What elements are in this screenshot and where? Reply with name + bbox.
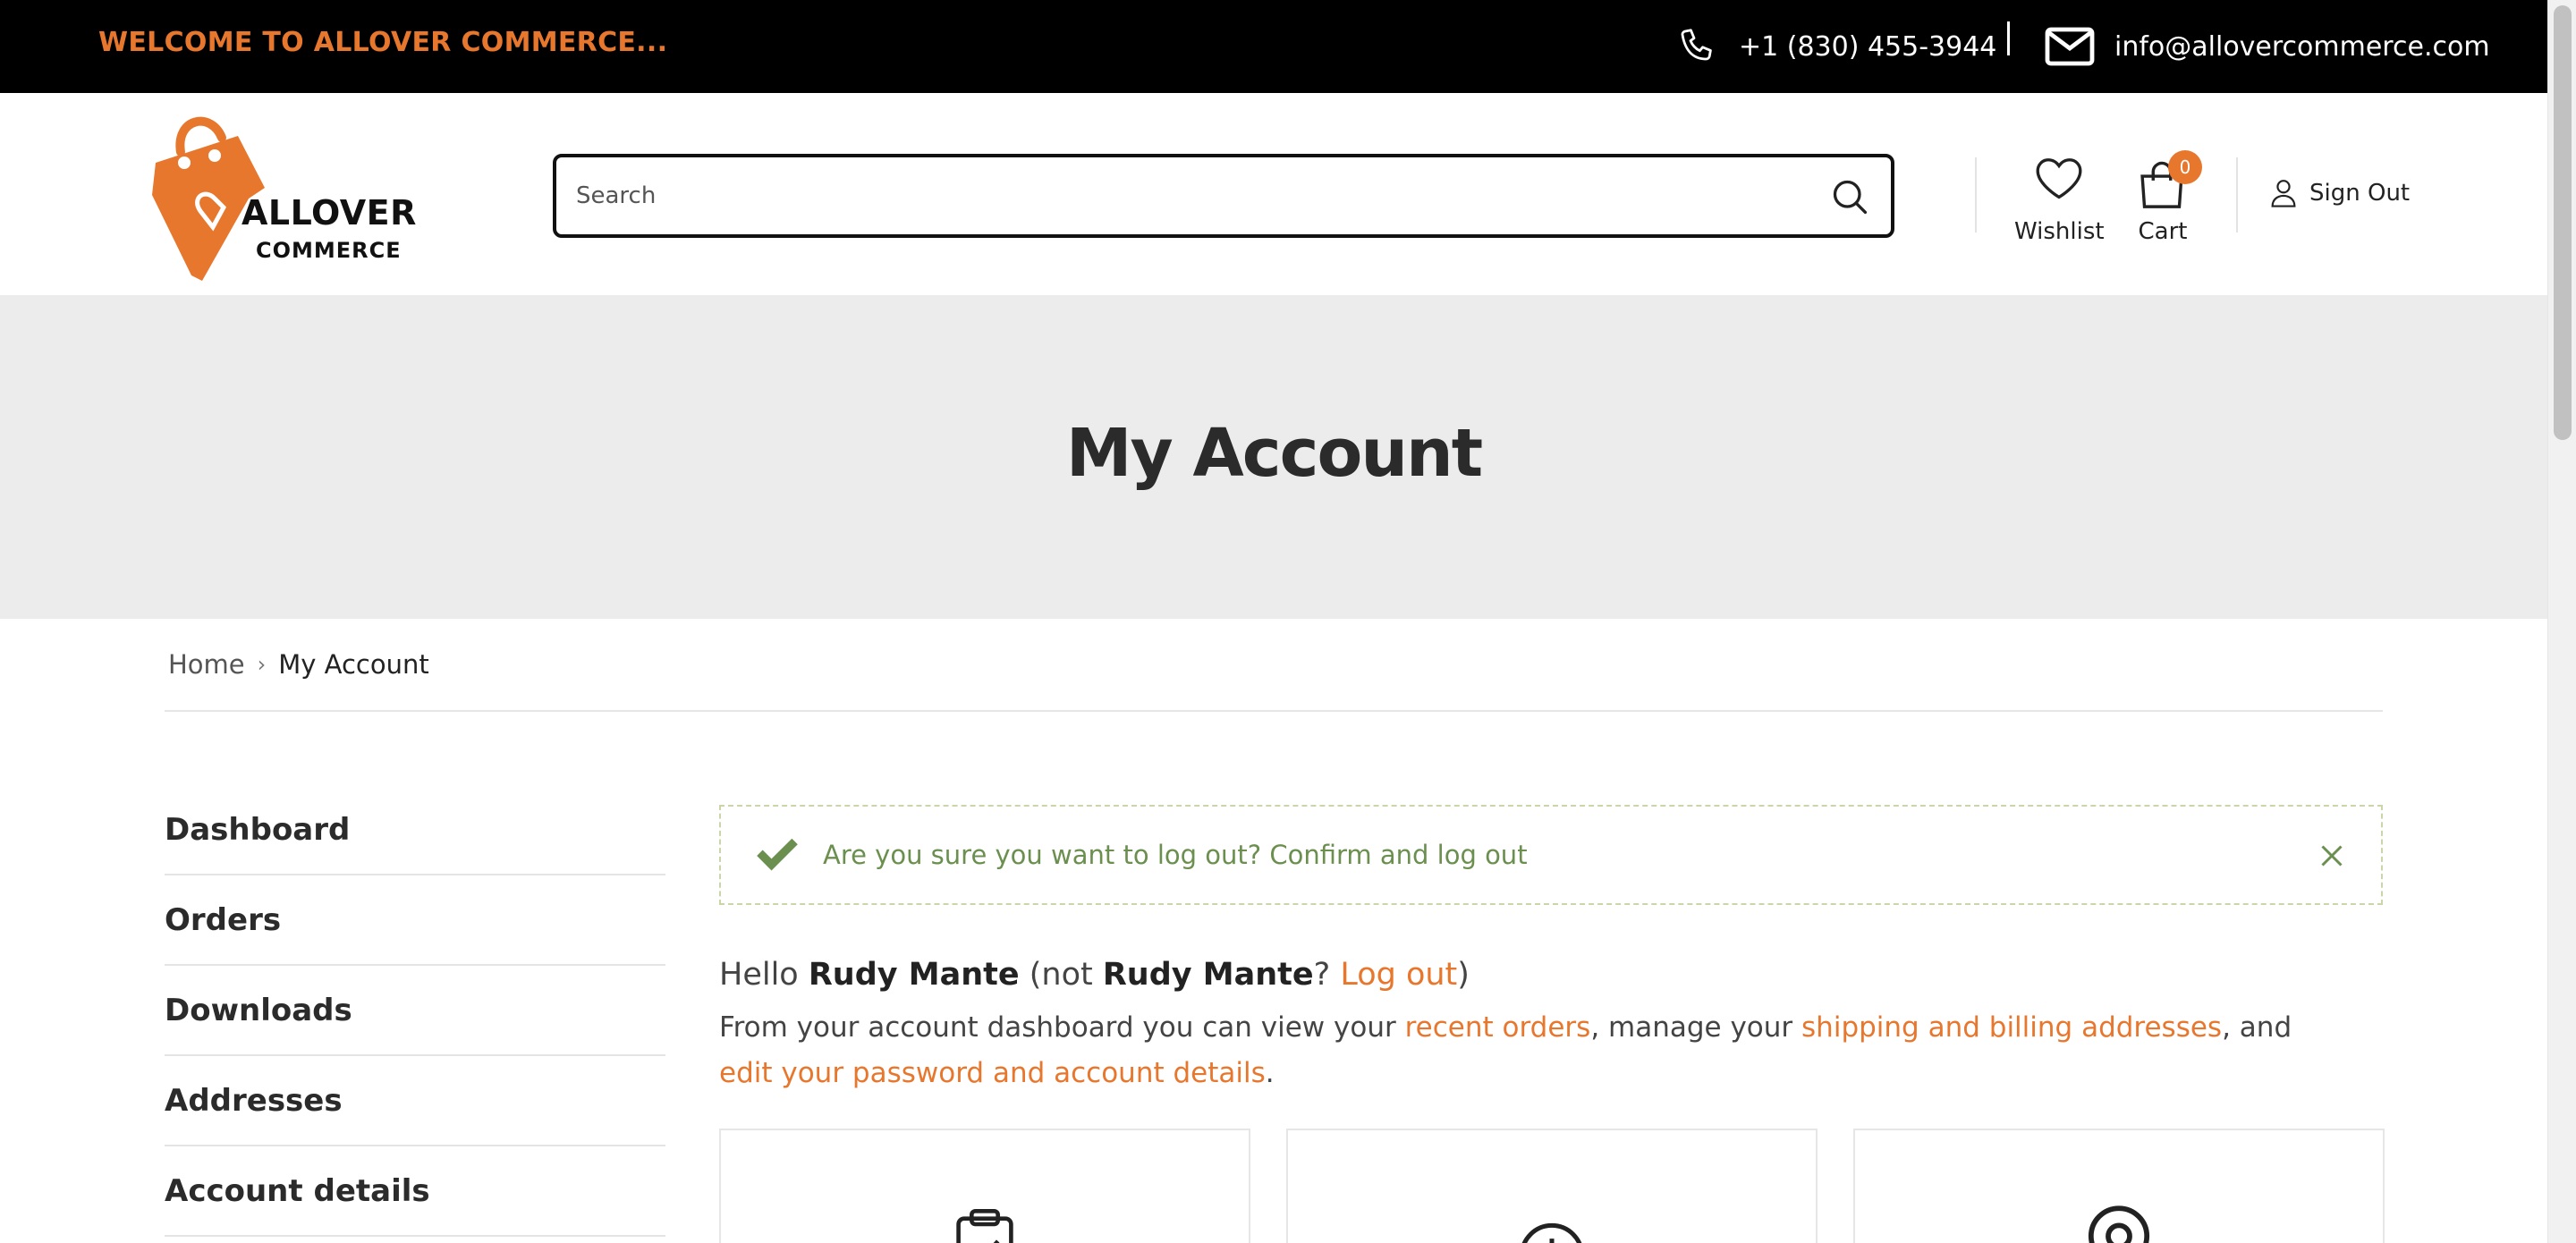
search-icon[interactable] [1830,177,1869,216]
header-divider [2236,157,2238,233]
close-icon[interactable] [2318,842,2345,869]
phone-number: +1 (830) 455-3944 [1739,30,1997,63]
clipboard-check-icon [956,1208,1013,1243]
phone-icon [1681,29,1712,61]
greeting-hello: Hello [719,957,809,993]
chevron-right-icon: › [257,652,267,677]
breadcrumb: Home › My Account [168,649,429,680]
intro-text: . [1265,1057,1275,1089]
notice-text: Are you sure you want to log out? Confir… [823,840,1528,870]
dashboard-card-downloads[interactable] [1286,1129,1818,1243]
sidebar-item-orders[interactable]: Orders [165,875,665,966]
checkmark-icon [757,838,798,871]
sign-out-label: Sign Out [2309,180,2411,207]
intro-text: , manage your [1590,1011,1802,1044]
heart-icon [2036,158,2082,199]
account-navigation: Dashboard Orders Downloads Addresses Acc… [165,785,665,1237]
wishlist-label: Wishlist [2014,218,2105,245]
intro-text: , and [2222,1011,2292,1044]
search-bar [553,154,1894,238]
phone-contact[interactable]: +1 (830) 455-3944 [1676,0,1996,93]
topbar-divider [2007,21,2010,55]
sidebar-item-dashboard[interactable]: Dashboard [165,785,665,875]
greeting-question: ? [1313,957,1341,993]
recent-orders-link[interactable]: recent orders [1405,1011,1591,1044]
addresses-link[interactable]: shipping and billing addresses [1801,1011,2222,1044]
map-pin-icon [2088,1205,2150,1243]
greeting: Hello Rudy Mante (not Rudy Mante? Log ou… [719,957,1470,993]
page-hero: My Account [0,295,2547,619]
page-title: My Account [1065,415,1483,492]
breadcrumb-current: My Account [278,649,429,680]
logout-confirm-notice: Are you sure you want to log out? Confir… [719,805,2383,905]
intro-text: From your account dashboard you can view… [719,1011,1405,1044]
mail-icon [2045,27,2095,66]
sidebar-item-account-details[interactable]: Account details [165,1146,665,1237]
vertical-scrollbar[interactable] [2547,0,2576,1243]
site-header: ALLOVER COMMERCE Wishlist 0 Cart [0,93,2547,295]
dashboard-intro: From your account dashboard you can view… [719,1005,2347,1096]
confirm-logout-link[interactable]: Confirm and log out [1269,840,1527,870]
logo-text-line1: ALLOVER [242,193,417,233]
header-divider [1975,157,1977,233]
greeting-close: ) [1457,957,1470,993]
logout-link[interactable]: Log out [1340,957,1457,993]
welcome-text: WELCOME TO ALLOVER COMMERCE... [98,27,668,58]
email-contact[interactable]: info@allovercommerce.com [2045,0,2490,93]
download-icon [1521,1222,1582,1243]
dashboard-card-addresses[interactable] [1853,1129,2385,1243]
sidebar-item-downloads[interactable]: Downloads [165,966,665,1056]
greeting-not: (not [1019,957,1103,993]
sign-out-button[interactable]: Sign Out [2270,179,2410,207]
scrollbar-thumb[interactable] [2554,5,2572,440]
top-bar: WELCOME TO ALLOVER COMMERCE... +1 (830) … [0,0,2547,93]
site-logo[interactable]: ALLOVER COMMERCE [148,106,416,284]
dashboard-card-orders[interactable] [719,1129,1250,1243]
wishlist-button[interactable]: Wishlist [2014,156,2105,245]
notice-message: Are you sure you want to log out? [823,840,1270,870]
breadcrumb-home-link[interactable]: Home [168,649,245,680]
search-input[interactable] [576,173,1810,218]
cart-label: Cart [2138,218,2188,245]
cart-button[interactable]: 0 Cart [2127,150,2202,245]
breadcrumb-divider [165,710,2383,712]
user-icon [2271,180,2296,207]
user-name-alt: Rudy Mante [1102,957,1314,993]
user-name: Rudy Mante [808,957,1020,993]
email-address: info@allovercommerce.com [2114,30,2490,63]
sidebar-item-addresses[interactable]: Addresses [165,1056,665,1146]
logo-text-line2: COMMERCE [256,238,402,263]
account-details-link[interactable]: edit your password and account details [719,1057,1266,1089]
cart-count-badge: 0 [2168,150,2202,184]
page: WELCOME TO ALLOVER COMMERCE... +1 (830) … [0,0,2547,1243]
